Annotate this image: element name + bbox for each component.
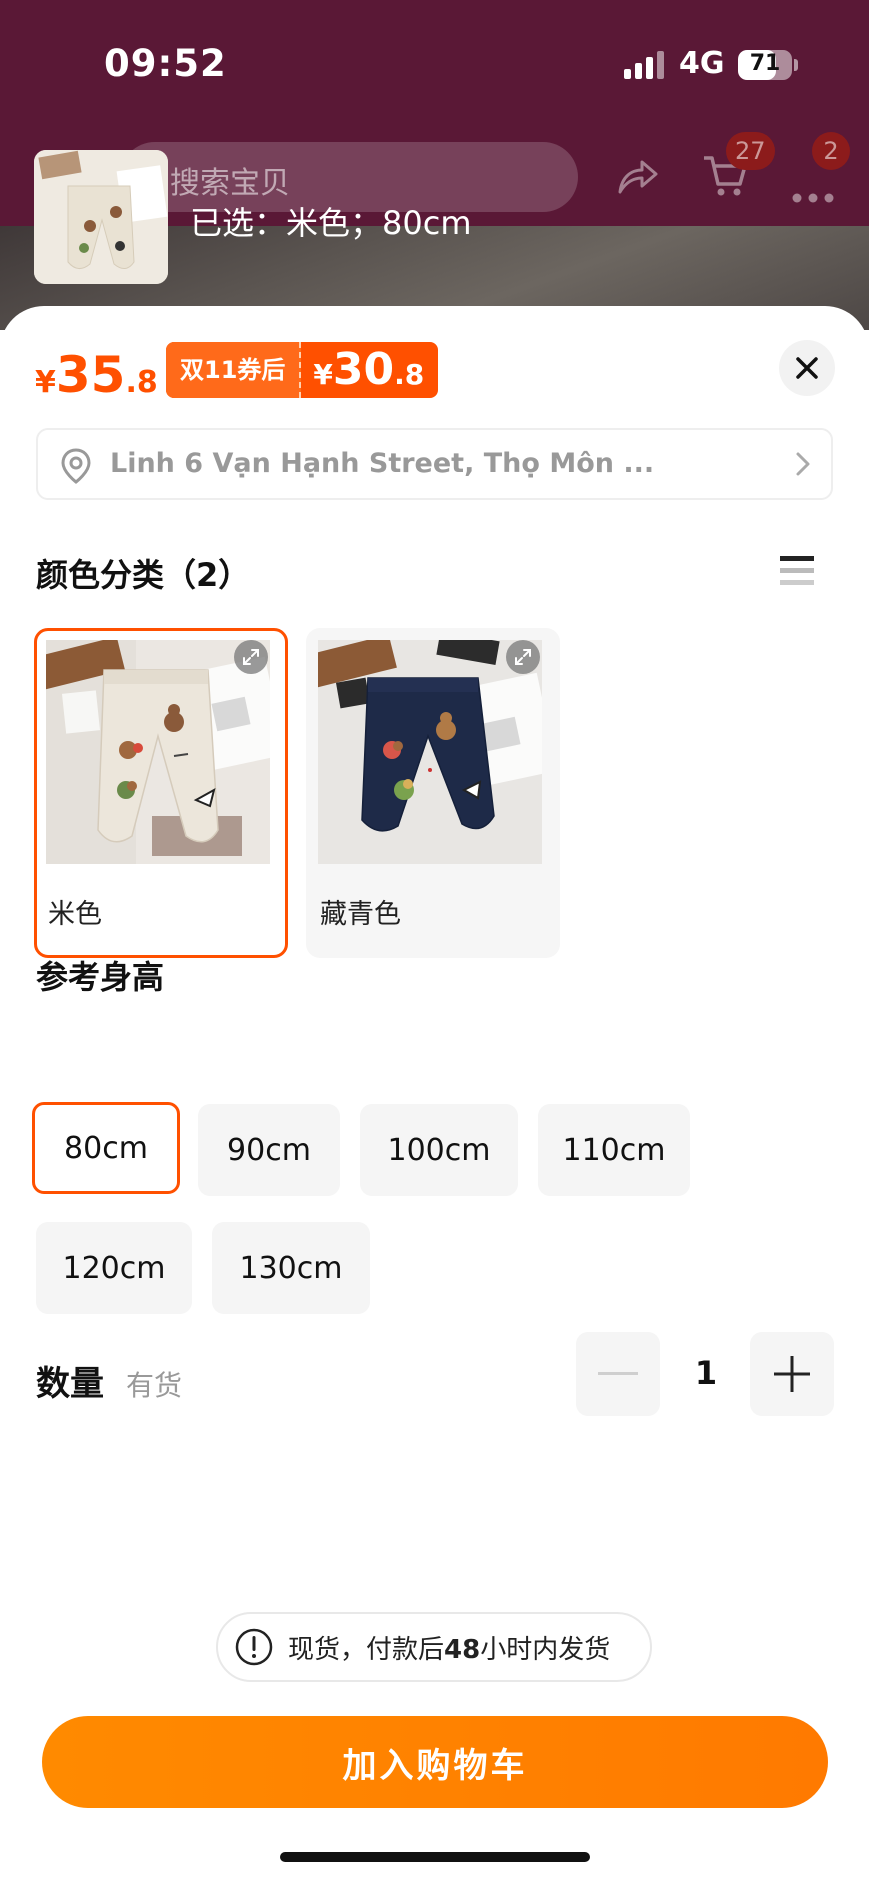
more-icon[interactable]	[790, 164, 836, 215]
color-section-title: 颜色分类（2）	[36, 556, 251, 594]
color-option-navy[interactable]: 藏青色	[306, 628, 560, 958]
size-option-100cm[interactable]: 100cm	[360, 1104, 518, 1196]
price-decimal: .8	[125, 365, 158, 400]
battery-icon: 71	[738, 50, 792, 80]
size-option-120cm[interactable]: 120cm	[36, 1222, 192, 1314]
expand-image-icon[interactable]	[234, 640, 268, 674]
close-button[interactable]	[779, 340, 835, 396]
network-label: 4G	[679, 46, 725, 81]
notice-suffix: 小时内发货	[480, 1634, 611, 1665]
signal-icon	[624, 51, 664, 79]
chevron-right-icon	[795, 450, 811, 482]
delivery-address-row[interactable]: Linh 6 Vạn Hạnh Street, Thọ Môn ...	[36, 428, 833, 500]
size-option-90cm[interactable]: 90cm	[198, 1104, 340, 1196]
share-icon[interactable]	[612, 152, 660, 211]
price-integer: 35	[55, 346, 126, 404]
shipping-notice: 现货，付款后48小时内发货	[216, 1612, 652, 1682]
color-option-image	[46, 640, 270, 864]
quantity-label: 数量	[36, 1364, 104, 1404]
price-currency: ¥	[35, 365, 56, 400]
coupon-label: 双11券后	[166, 342, 302, 398]
battery-cap	[794, 59, 798, 71]
more-badge: 2	[812, 132, 850, 170]
status-time: 09:52	[104, 42, 227, 85]
selected-product-thumbnail[interactable]	[34, 150, 168, 284]
coupon-price: ¥30.8	[301, 342, 438, 398]
color-option-label: 米色	[48, 899, 102, 930]
size-option-80cm[interactable]: 80cm	[32, 1102, 180, 1194]
coupon-price-tag: 双11券后 ¥30.8	[166, 342, 439, 398]
notice-prefix: 现货，付款后	[288, 1634, 445, 1665]
stock-status: 有货	[126, 1369, 183, 1402]
notice-hours: 48	[444, 1634, 481, 1665]
coupon-integer: 30	[332, 344, 395, 395]
selected-variant-text: 已选：米色；80cm	[190, 204, 472, 242]
shipping-notice-text: 现货，付款后48小时内发货	[288, 1629, 610, 1666]
coupon-currency: ¥	[313, 358, 333, 391]
add-to-cart-button[interactable]: 加入购物车	[42, 1716, 828, 1808]
current-price: ¥35.8	[35, 346, 158, 404]
color-option-image	[318, 640, 542, 864]
location-pin-icon	[60, 448, 92, 488]
address-text: Linh 6 Vạn Hạnh Street, Thọ Môn ...	[110, 448, 655, 479]
close-icon	[796, 357, 818, 379]
quantity-decrease-button[interactable]	[576, 1332, 660, 1416]
search-placeholder: 搜索宝贝	[170, 166, 290, 201]
color-option-label: 藏青色	[320, 899, 401, 930]
minus-icon	[598, 1372, 638, 1375]
size-section-title: 参考身高	[36, 958, 165, 996]
quantity-increase-button[interactable]	[750, 1332, 834, 1416]
plus-icon	[774, 1356, 810, 1392]
cart-badge: 27	[726, 132, 775, 170]
sku-bottom-sheet: ¥35.8 双11券后 ¥30.8 Linh 6 Vạn Hạnh Street…	[0, 306, 869, 1885]
size-option-110cm[interactable]: 110cm	[538, 1104, 690, 1196]
info-icon	[235, 1628, 273, 1666]
battery-level: 71	[749, 51, 781, 76]
coupon-decimal: .8	[394, 358, 425, 391]
size-option-130cm[interactable]: 130cm	[212, 1222, 370, 1314]
list-view-toggle-icon[interactable]	[780, 554, 814, 592]
color-option-beige[interactable]: 米色	[34, 628, 288, 958]
expand-image-icon[interactable]	[506, 640, 540, 674]
quantity-value[interactable]: 1	[690, 1354, 722, 1392]
home-indicator	[280, 1852, 590, 1862]
